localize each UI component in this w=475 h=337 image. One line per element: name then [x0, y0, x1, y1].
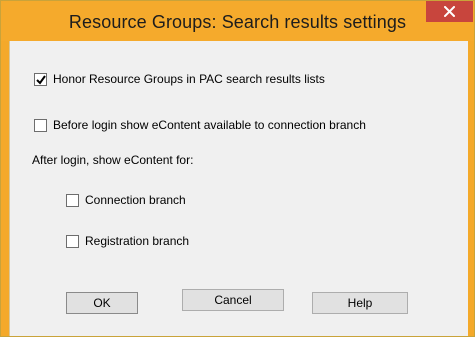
connection-branch-checkbox[interactable] [66, 193, 79, 207]
registration-branch-option[interactable]: Registration branch [66, 231, 189, 251]
connection-branch-label: Connection branch [85, 193, 186, 207]
honor-groups-checkbox[interactable] [34, 72, 47, 86]
dialog-title: Resource Groups: Search results settings [68, 12, 407, 32]
close-button[interactable] [426, 1, 473, 22]
connection-branch-option[interactable]: Connection branch [66, 190, 186, 210]
cancel-button[interactable]: Cancel [182, 289, 284, 311]
honor-groups-label: Honor Resource Groups in PAC search resu… [53, 72, 325, 86]
close-icon [444, 6, 455, 17]
honor-groups-option[interactable]: Honor Resource Groups in PAC search resu… [34, 69, 325, 89]
checkmark-icon [36, 74, 46, 85]
registration-branch-label: Registration branch [85, 234, 190, 248]
dialog-window: Resource Groups: Search results settings… [0, 0, 475, 337]
after-login-heading: After login, show eContent for: [32, 153, 194, 167]
help-button[interactable]: Help [312, 292, 408, 314]
before-login-label: Before login show eContent available to … [53, 118, 366, 132]
dialog-content: Honor Resource Groups in PAC search resu… [9, 41, 468, 336]
ok-button[interactable]: OK [66, 292, 138, 314]
registration-branch-checkbox[interactable] [66, 234, 79, 248]
before-login-option[interactable]: Before login show eContent available to … [34, 115, 366, 135]
title-bar[interactable]: Resource Groups: Search results settings [1, 1, 474, 41]
before-login-checkbox[interactable] [34, 118, 47, 132]
